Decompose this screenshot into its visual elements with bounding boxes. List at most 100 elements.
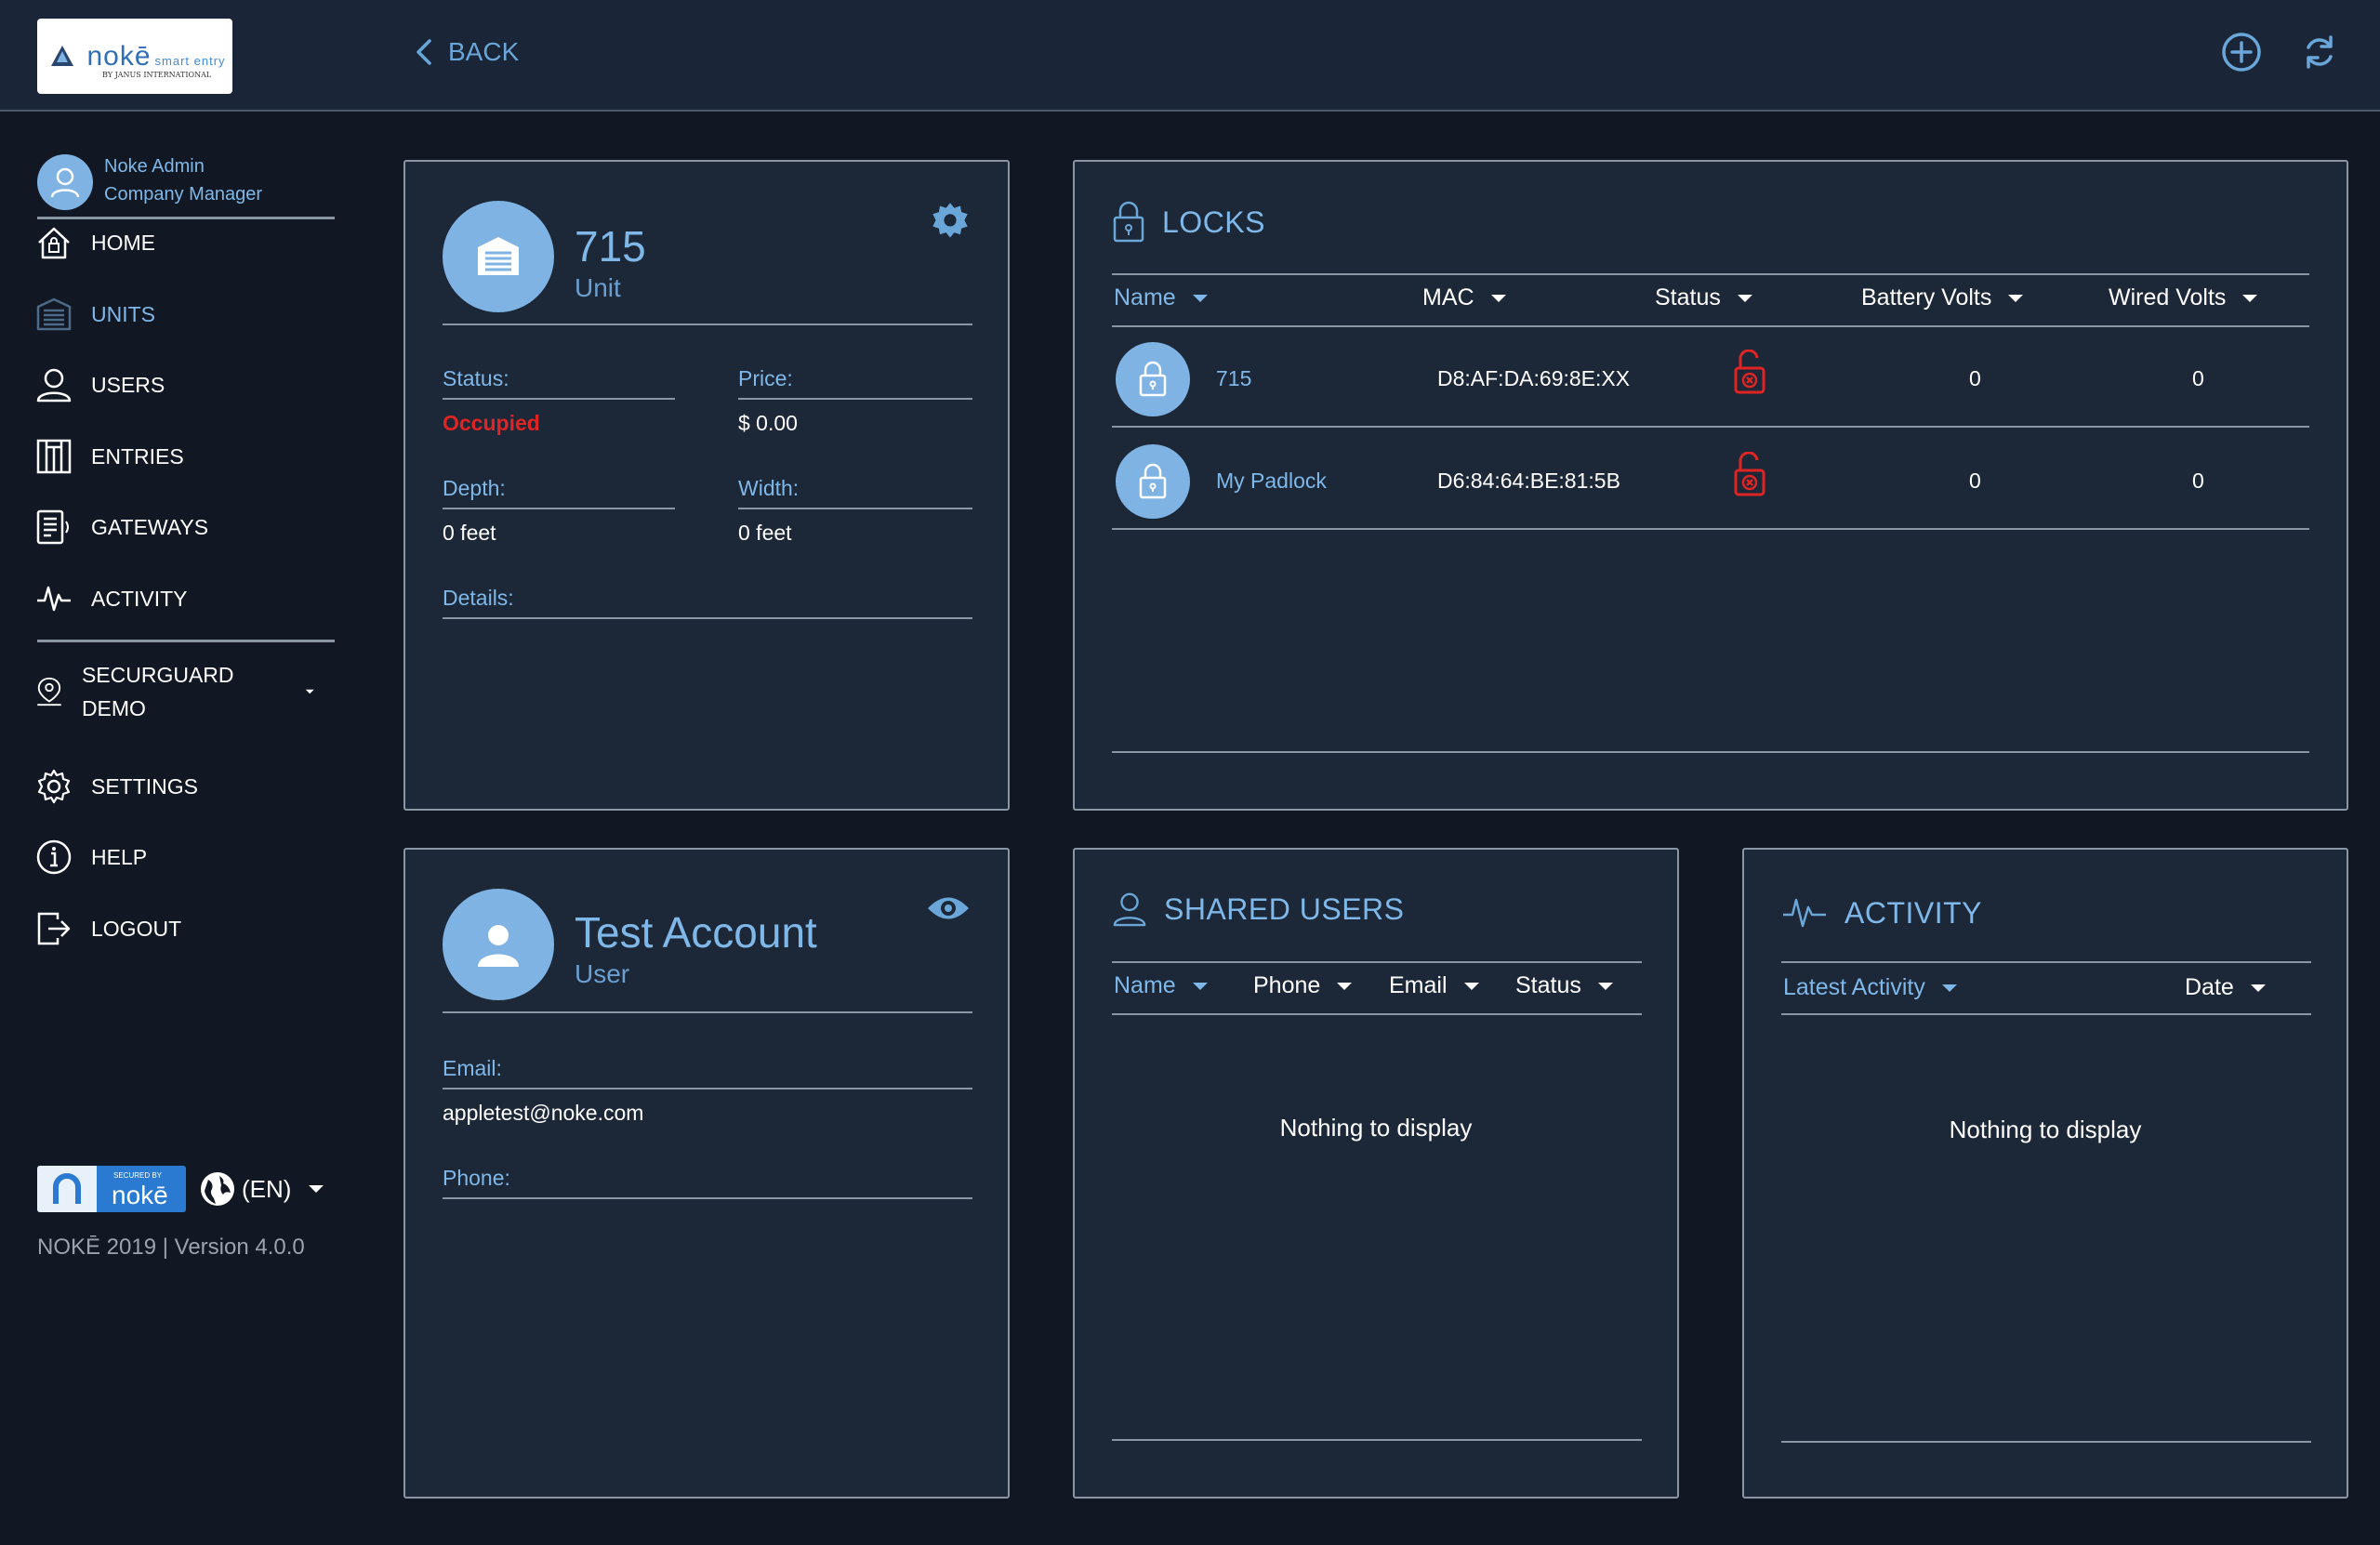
sort-caret-icon (2250, 984, 2266, 992)
garage-door-icon (36, 297, 72, 331)
user-profile[interactable]: Noke Admin Company Manager (37, 134, 335, 219)
location-selector[interactable]: SECURGUARD DEMO (35, 654, 314, 729)
column-label: Battery Volts (1861, 284, 1992, 310)
unit-card: 715 Unit Status: Occupied Price: $ 0.00 … (403, 160, 1010, 811)
user-icon (50, 167, 80, 198)
top-bar: nokē smart entry BY JANUS INTERNATIONAL B… (0, 0, 2380, 112)
sort-caret-icon (1192, 294, 1208, 302)
language-selector[interactable]: (EN) (199, 1166, 324, 1212)
lock-mac: D8:AF:DA:69:8E:XX (1437, 366, 1631, 390)
sidebar-item-label: SETTINGS (91, 773, 199, 799)
location-line1: SECURGUARD (81, 663, 234, 687)
locks-title-label: LOCKS (1162, 205, 1265, 239)
shared-users-card: SHARED USERS Name Phone Email Status Not… (1073, 848, 1679, 1499)
padlock-icon (1139, 361, 1167, 397)
column-header-status[interactable]: Status (1515, 972, 1613, 999)
user-icon (36, 368, 72, 403)
sidebar-item-logout[interactable]: LOGOUT (35, 906, 324, 951)
sort-caret-icon (1597, 982, 1613, 990)
logout-icon (37, 912, 71, 945)
secured-by-label: SECURED BY (113, 1171, 163, 1180)
table-rule (1112, 1439, 1642, 1441)
user-card: Test Account User Email: appletest@noke.… (403, 848, 1010, 1499)
table-rule (1112, 426, 2309, 428)
table-rule (1112, 961, 1642, 963)
sidebar-item-users[interactable]: USERS (35, 363, 324, 407)
sidebar-divider (37, 640, 335, 642)
logo-subtitle: BY JANUS INTERNATIONAL (102, 71, 212, 79)
chevron-left-icon (416, 39, 431, 65)
column-header-battery-volts[interactable]: Battery Volts (1861, 284, 2024, 311)
sidebar-item-home[interactable]: HOME (35, 220, 324, 265)
pulse-icon (1783, 898, 1826, 928)
add-circle-icon[interactable] (2220, 31, 2263, 73)
column-label: Name (1114, 972, 1176, 998)
column-header-name[interactable]: Name (1114, 972, 1208, 999)
column-label: Phone (1253, 972, 1321, 998)
secured-brand: nokē (112, 1181, 168, 1209)
column-header-wired-volts[interactable]: Wired Volts (2109, 284, 2258, 311)
field-rule (443, 398, 675, 400)
unlocked-error-icon (1734, 350, 1765, 394)
noke-logo-mark-icon (51, 45, 74, 66)
column-header-phone[interactable]: Phone (1253, 972, 1353, 999)
shared-users-title: SHARED USERS (1112, 891, 1405, 928)
column-label: Email (1389, 972, 1448, 998)
unit-subtitle: Unit (575, 273, 621, 302)
table-rule (1781, 1013, 2311, 1015)
language-label: (EN) (242, 1174, 292, 1203)
gear-icon[interactable] (930, 201, 971, 242)
field-rule (443, 1088, 972, 1089)
column-header-date[interactable]: Date (2185, 974, 2266, 1001)
column-header-latest-activity[interactable]: Latest Activity (1783, 974, 1957, 1001)
lock-name[interactable]: My Padlock (1216, 469, 1327, 494)
column-label: Status (1655, 284, 1721, 310)
table-rule (1781, 1441, 2311, 1443)
unit-title: 715 (575, 222, 646, 271)
column-header-status[interactable]: Status (1655, 284, 1752, 311)
lock-name[interactable]: 715 (1216, 366, 1251, 391)
table-rule (1112, 1013, 1642, 1015)
sidebar-item-settings[interactable]: SETTINGS (35, 764, 324, 809)
sidebar-item-entries[interactable]: ENTRIES (35, 434, 324, 479)
eye-icon[interactable] (926, 892, 971, 924)
sort-caret-icon (1192, 982, 1208, 990)
lock-avatar (1116, 342, 1190, 416)
column-header-mac[interactable]: MAC (1422, 284, 1506, 311)
lock-avatar (1116, 444, 1190, 519)
sidebar-item-units[interactable]: UNITS (35, 292, 324, 337)
column-header-email[interactable]: Email (1389, 972, 1479, 999)
user-avatar (443, 889, 554, 1000)
sidebar-item-label: ACTIVITY (91, 586, 188, 611)
back-button[interactable]: BACK (415, 33, 519, 71)
table-rule (1781, 961, 2311, 963)
sidebar-item-gateways[interactable]: GATEWAYS (35, 505, 324, 549)
profile-name: Noke Admin (104, 156, 205, 177)
refresh-icon[interactable] (2298, 31, 2341, 73)
user-icon (1113, 892, 1146, 927)
avatar (37, 154, 93, 210)
location-line2: DEMO (81, 696, 146, 720)
column-label: Date (2185, 974, 2234, 1000)
garage-door-icon (478, 237, 519, 275)
column-label: Status (1515, 972, 1581, 998)
unlocked-error-icon (1734, 452, 1765, 496)
sidebar-item-label: HOME (91, 230, 155, 255)
empty-state-text: Nothing to display (1279, 1114, 1473, 1142)
caret-down-icon (305, 689, 314, 694)
sidebar-item-help[interactable]: HELP (35, 835, 324, 879)
home-lock-icon (38, 227, 70, 259)
info-icon (36, 839, 72, 875)
gear-icon (37, 769, 71, 804)
column-header-name[interactable]: Name (1114, 284, 1208, 311)
table-rule (1112, 273, 2309, 275)
sidebar: Noke Admin Company Manager HOME UNITS US… (0, 112, 353, 1545)
width-value: 0 feet (738, 521, 792, 545)
field-rule (443, 617, 972, 619)
noke-logo[interactable]: nokē smart entry BY JANUS INTERNATIONAL (37, 19, 232, 94)
sidebar-item-activity[interactable]: ACTIVITY (35, 576, 324, 621)
email-value: appletest@noke.com (443, 1101, 644, 1125)
sidebar-item-label: GATEWAYS (91, 514, 209, 539)
sort-caret-icon (1337, 982, 1353, 990)
secured-by-noke-badge: SECURED BY nokē (37, 1166, 186, 1212)
